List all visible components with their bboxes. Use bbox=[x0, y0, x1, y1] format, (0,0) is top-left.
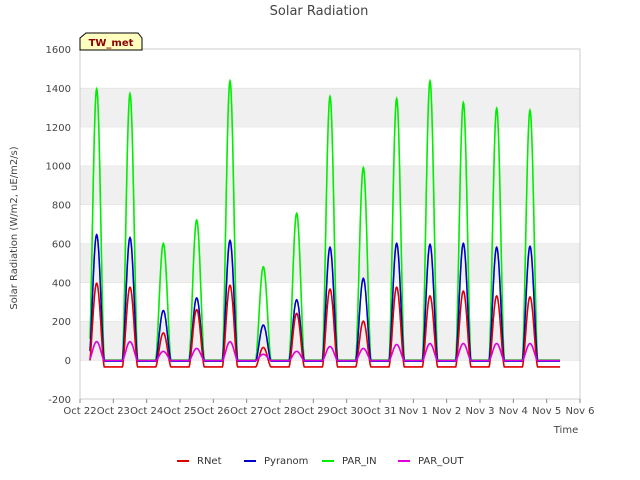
legend-label: PAR_IN bbox=[342, 456, 377, 467]
y-tick-label: 400 bbox=[52, 278, 71, 289]
y-tick-label: 800 bbox=[52, 201, 71, 212]
x-tick-label: Oct 30 bbox=[330, 406, 363, 417]
x-tick-label: Oct 22 bbox=[63, 406, 96, 417]
solar-radiation-chart: Solar Radiation -200 0 200 400 600 800 1000 120… bbox=[9, 4, 595, 467]
grid-band bbox=[80, 87, 580, 127]
x-tick-label: Nov 6 bbox=[565, 406, 594, 417]
grid-band bbox=[80, 204, 580, 244]
y-tick-label: -200 bbox=[48, 395, 71, 406]
y-tick-label: 0 bbox=[65, 356, 71, 367]
x-tick-label: Oct 31 bbox=[363, 406, 396, 417]
x-tick-label: Nov 2 bbox=[432, 406, 461, 417]
x-tick-label: Oct 26 bbox=[197, 406, 230, 417]
grid-band bbox=[80, 165, 580, 205]
grid-band bbox=[80, 360, 580, 399]
x-tick-label: Oct 23 bbox=[97, 406, 130, 417]
y-tick-label: 1600 bbox=[46, 45, 71, 56]
legend-label: PAR_OUT bbox=[418, 456, 464, 467]
legend: RNet Pyranom PAR_IN PAR_OUT bbox=[177, 456, 464, 467]
x-axis-ticks: Oct 22 Oct 23 Oct 24 Oct 25 Oct 26 Oct 27 Oct … bbox=[63, 399, 595, 417]
annotation-text: TW_met bbox=[89, 38, 134, 49]
y-tick-label: 1000 bbox=[46, 162, 71, 173]
y-tick-label: 1400 bbox=[46, 84, 71, 95]
annotation-box: TW_met bbox=[79, 32, 143, 51]
y-tick-label: 1200 bbox=[46, 123, 71, 134]
x-tick-label: Oct 24 bbox=[130, 406, 163, 417]
x-axis-label: Time bbox=[553, 425, 578, 436]
legend-label: Pyranom bbox=[264, 456, 308, 467]
x-tick-label: Oct 29 bbox=[297, 406, 330, 417]
x-tick-label: Nov 4 bbox=[499, 406, 528, 417]
grid-band bbox=[80, 49, 580, 88]
x-tick-label: Oct 25 bbox=[163, 406, 196, 417]
legend-label: RNet bbox=[197, 456, 222, 467]
y-tick-label: 600 bbox=[52, 239, 71, 250]
grid-band bbox=[80, 126, 580, 166]
y-axis-ticks: -200 0 200 400 600 800 1000 1200 1400 1600 bbox=[46, 45, 71, 406]
chart-title: Solar Radiation bbox=[270, 4, 369, 19]
grid-band bbox=[80, 321, 580, 361]
x-tick-label: Nov 1 bbox=[399, 406, 428, 417]
y-tick-label: 200 bbox=[52, 317, 71, 328]
x-tick-label: Oct 27 bbox=[230, 406, 263, 417]
x-tick-label: Nov 5 bbox=[532, 406, 561, 417]
x-tick-label: Nov 3 bbox=[465, 406, 494, 417]
y-axis-label: Solar Radiation (W/m2, uE/m2/s) bbox=[9, 146, 20, 309]
x-tick-label: Oct 28 bbox=[263, 406, 296, 417]
